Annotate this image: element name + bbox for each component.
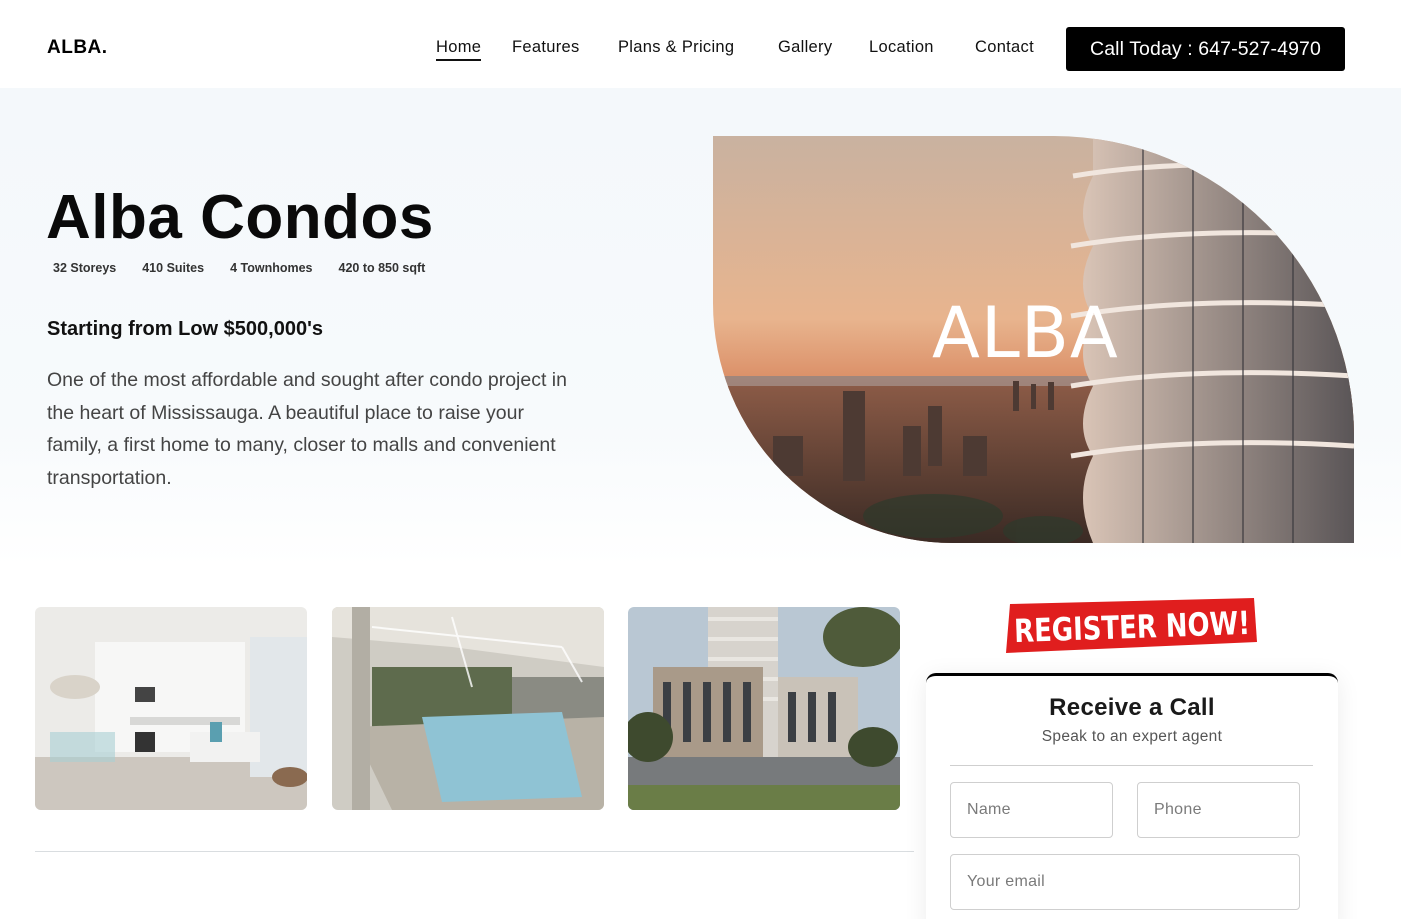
- kitchen-interior-image[interactable]: [35, 607, 307, 810]
- hero-description: One of the most affordable and sought af…: [47, 369, 567, 489]
- stat-suites: 410 Suites: [142, 261, 205, 275]
- phone-input[interactable]: [1137, 782, 1300, 838]
- indoor-pool-icon: [332, 607, 604, 810]
- section-divider: [35, 851, 914, 852]
- form-title: Receive a Call: [1049, 694, 1215, 721]
- nav-plans-pricing-link[interactable]: Plans & Pricing: [618, 38, 734, 57]
- name-input[interactable]: [950, 782, 1113, 838]
- form-subtitle: Speak to an expert agent: [1041, 728, 1223, 745]
- hero-title-word-1: Alba: [46, 183, 183, 252]
- call-today-button[interactable]: Call Today : 647-527-4970: [1066, 27, 1345, 71]
- nav-contact-link[interactable]: Contact: [975, 38, 1034, 57]
- register-now-badge: REGISTER NOW!: [1006, 598, 1258, 653]
- stat-sqft: 420 to 850 sqft: [338, 261, 426, 275]
- indoor-pool-image[interactable]: [332, 607, 604, 810]
- hero-title: Alba Condos: [46, 182, 438, 253]
- stat-storeys: 32 Storeys: [53, 261, 117, 275]
- property-stats: 32 Storeys 410 Suites 4 Townhomes 420 to…: [53, 261, 451, 275]
- starting-price: Starting from Low $500,000's: [47, 318, 323, 340]
- stat-townhomes: 4 Townhomes: [230, 261, 313, 275]
- alba-image-overlay-text: ALBA: [932, 292, 1119, 374]
- nav-features-link[interactable]: Features: [512, 38, 580, 57]
- kitchen-interior-icon: [35, 607, 307, 810]
- form-divider: [950, 765, 1313, 766]
- site-header: ALBA. Home Features Plans & Pricing Gall…: [0, 0, 1401, 88]
- building-exterior-image[interactable]: [628, 607, 900, 810]
- building-exterior-icon: [628, 607, 900, 810]
- nav-gallery-link[interactable]: Gallery: [778, 38, 832, 57]
- email-input[interactable]: [950, 854, 1300, 910]
- nav-location-link[interactable]: Location: [869, 38, 934, 57]
- receive-call-form: Receive a Call Speak to an expert agent: [926, 673, 1338, 919]
- nav-home-link[interactable]: Home: [436, 38, 482, 61]
- hero-title-highlighted-word: Condos: [200, 183, 438, 252]
